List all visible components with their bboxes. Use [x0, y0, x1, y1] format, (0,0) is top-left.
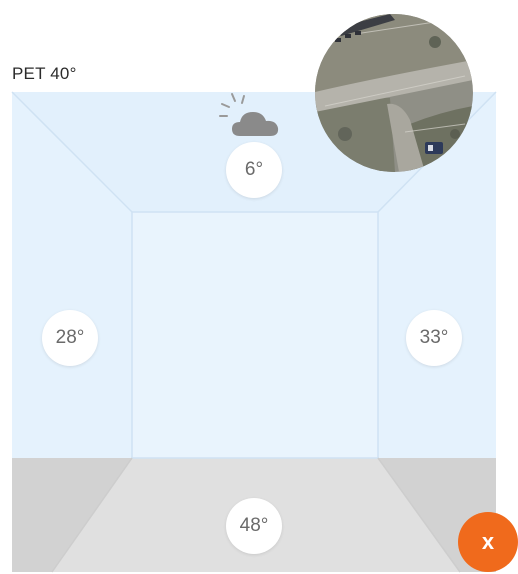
close-button[interactable]: x: [458, 512, 518, 572]
right-wall-temperature-badge: 33°: [406, 310, 462, 366]
floor-temperature-badge: 48°: [226, 498, 282, 554]
back-wall: [132, 212, 378, 458]
thermal-room-view: PET 40° 6° 28° 33° 48° x: [0, 0, 518, 574]
ceiling-temperature-badge: 6°: [226, 142, 282, 198]
close-icon: x: [481, 529, 495, 554]
sun-behind-cloud-icon: [219, 93, 279, 136]
left-wall-temperature-badge: 28°: [42, 310, 98, 366]
aerial-view-photo: [315, 14, 473, 172]
